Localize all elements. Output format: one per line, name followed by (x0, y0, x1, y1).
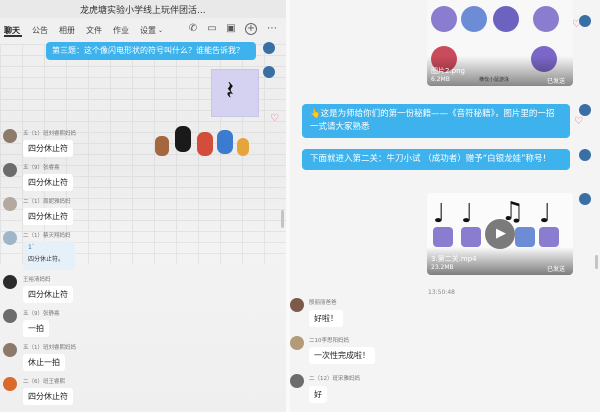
heart-icon: ♡ (574, 116, 583, 127)
timestamp: 13:50:48 (428, 289, 455, 296)
message-text: 四分休止符。 (28, 256, 65, 263)
avatar (3, 231, 17, 245)
sender-name: 五（9）张静熹 (23, 311, 60, 317)
play-button[interactable]: ▶ (485, 219, 515, 249)
file-name: 3.第二关.mp4 (431, 255, 477, 263)
tab-files[interactable]: 文件 (86, 25, 102, 36)
scrollbar[interactable] (595, 255, 598, 269)
sender-name: 五（9）张睿熹 (23, 165, 60, 171)
hand-sign-image (539, 227, 559, 247)
avatar (579, 15, 591, 27)
hand-sign-image (533, 6, 559, 32)
message-bubble-sent: 👆这是为师给你们的第一份秘籍——《音符秘籍》，图片里的一招一式请大家熟悉 (302, 104, 570, 138)
sender-name: 殷丽丽爸爸 (309, 300, 337, 306)
avatar (290, 336, 304, 350)
avatar (3, 163, 17, 177)
avatar (263, 66, 275, 78)
message-bubble: 休止一拍 (23, 354, 65, 371)
sender-name: 五（1）班刘睿熙妈妈 (23, 345, 76, 351)
avatar (579, 104, 591, 116)
avatar (290, 374, 304, 388)
heart-icon: ♡ (270, 113, 279, 124)
message-bubble-sent: 下面就进入第二关：牛刀小试 （成功者）赠予“白银龙娃”称号！ (302, 149, 570, 170)
tab-bar: 聊天 公告 相册 文件 作业 设置 ⌄ (0, 20, 286, 42)
hand-sign-image (461, 227, 481, 247)
tab-homework[interactable]: 作业 (113, 25, 129, 36)
avatar (579, 193, 591, 205)
video-call-icon[interactable]: ▭ (205, 22, 219, 36)
message-bubble: 四分休止符 (23, 286, 73, 303)
message-bubble: 一次性完成啦！ (309, 347, 375, 364)
message-bubble: 四分休止符 (23, 174, 73, 191)
sender-name: 二（6）班王睿熙 (23, 379, 65, 385)
sent-status: 已发送 (547, 78, 566, 85)
message-bubble: 好啦！ (309, 310, 343, 327)
tab-settings[interactable]: 设置 (140, 25, 156, 36)
question-bubble: 第三题：这个像闪电形状的符号叫什么？谁能告诉我？ (46, 42, 256, 60)
sender-name: 五（1）班刘睿熙妈妈 (23, 131, 76, 137)
avatar (3, 343, 17, 357)
quote-text: 1` (28, 244, 35, 251)
message-bubble: 四分休止符 (23, 140, 73, 157)
file-name: 图片2.png (431, 67, 466, 75)
quarter-note-icon: ♩ (461, 199, 474, 229)
avatar (3, 309, 17, 323)
hand-sign-image (515, 227, 535, 247)
rest-symbol-image[interactable]: 𝄽 (211, 69, 259, 117)
avatar (3, 197, 17, 211)
avatar (263, 42, 275, 54)
sender-name: 二（12）班宋雅妈妈 (309, 376, 360, 382)
sender-name: 王裕清妈妈 (23, 277, 51, 283)
chevron-down-icon[interactable]: ⌄ (158, 27, 163, 34)
file-size: 6.2MB (431, 76, 450, 83)
add-member-icon[interactable]: + (245, 23, 257, 35)
scrollbar[interactable] (281, 210, 284, 228)
cartoon-illustration (145, 118, 255, 188)
hand-sign-image (431, 6, 457, 32)
avatar (3, 377, 17, 391)
sender-name: 二（1）周妮雅妈妈 (23, 199, 71, 205)
window-title: 龙虎塘实验小学线上玩伴团活... (80, 6, 206, 16)
sender-name: 二10李思阳妈妈 (309, 338, 349, 344)
title-bar: 龙虎塘实验小学线上玩伴团活... (0, 0, 286, 18)
tab-album[interactable]: 相册 (59, 25, 75, 36)
message-bubble: 四分休止符 (23, 388, 73, 405)
tab-announcement[interactable]: 公告 (32, 25, 48, 36)
avatar (3, 129, 17, 143)
quarter-note-icon: ♩ (433, 199, 446, 229)
quoted-message-bubble: 1` 四分休止符。 (23, 241, 75, 270)
tab-active-underline (4, 35, 22, 37)
chat-panel-left: 龙虎塘实验小学线上玩伴团活... 聊天 公告 相册 文件 作业 设置 ⌄ ✆ ▭… (0, 0, 286, 412)
avatar (579, 149, 591, 161)
sent-status: 已发送 (547, 266, 566, 273)
play-icon: ▶ (496, 226, 506, 241)
message-bubble: 好 (309, 386, 327, 403)
avatar (3, 275, 17, 289)
image-file-card[interactable]: 图片2.png 6.2MB 横伐小鼠游泳 已发送 (427, 0, 573, 86)
phone-icon[interactable]: ✆ (186, 22, 200, 36)
quarter-rest-icon: 𝄽 (226, 76, 234, 106)
hand-sign-image (493, 6, 519, 32)
video-file-card[interactable]: ♩ ♩ ♫ ♩ ▶ 3.第二关.mp4 23.2MB 已发送 (427, 193, 573, 275)
hand-sign-image (433, 227, 453, 247)
message-bubble: 四分休止符 (23, 208, 73, 225)
screen-share-icon[interactable]: ▣ (224, 22, 238, 36)
file-size: 23.2MB (431, 264, 454, 271)
image-caption: 横伐小鼠游泳 (479, 77, 510, 83)
quarter-note-icon: ♩ (539, 199, 552, 229)
sender-name: 二（1）蔡天翔妈妈 (23, 233, 71, 239)
hand-sign-image (461, 6, 487, 32)
more-icon[interactable]: ⋯ (265, 22, 279, 36)
avatar (290, 298, 304, 312)
message-bubble: 一拍 (23, 320, 49, 337)
